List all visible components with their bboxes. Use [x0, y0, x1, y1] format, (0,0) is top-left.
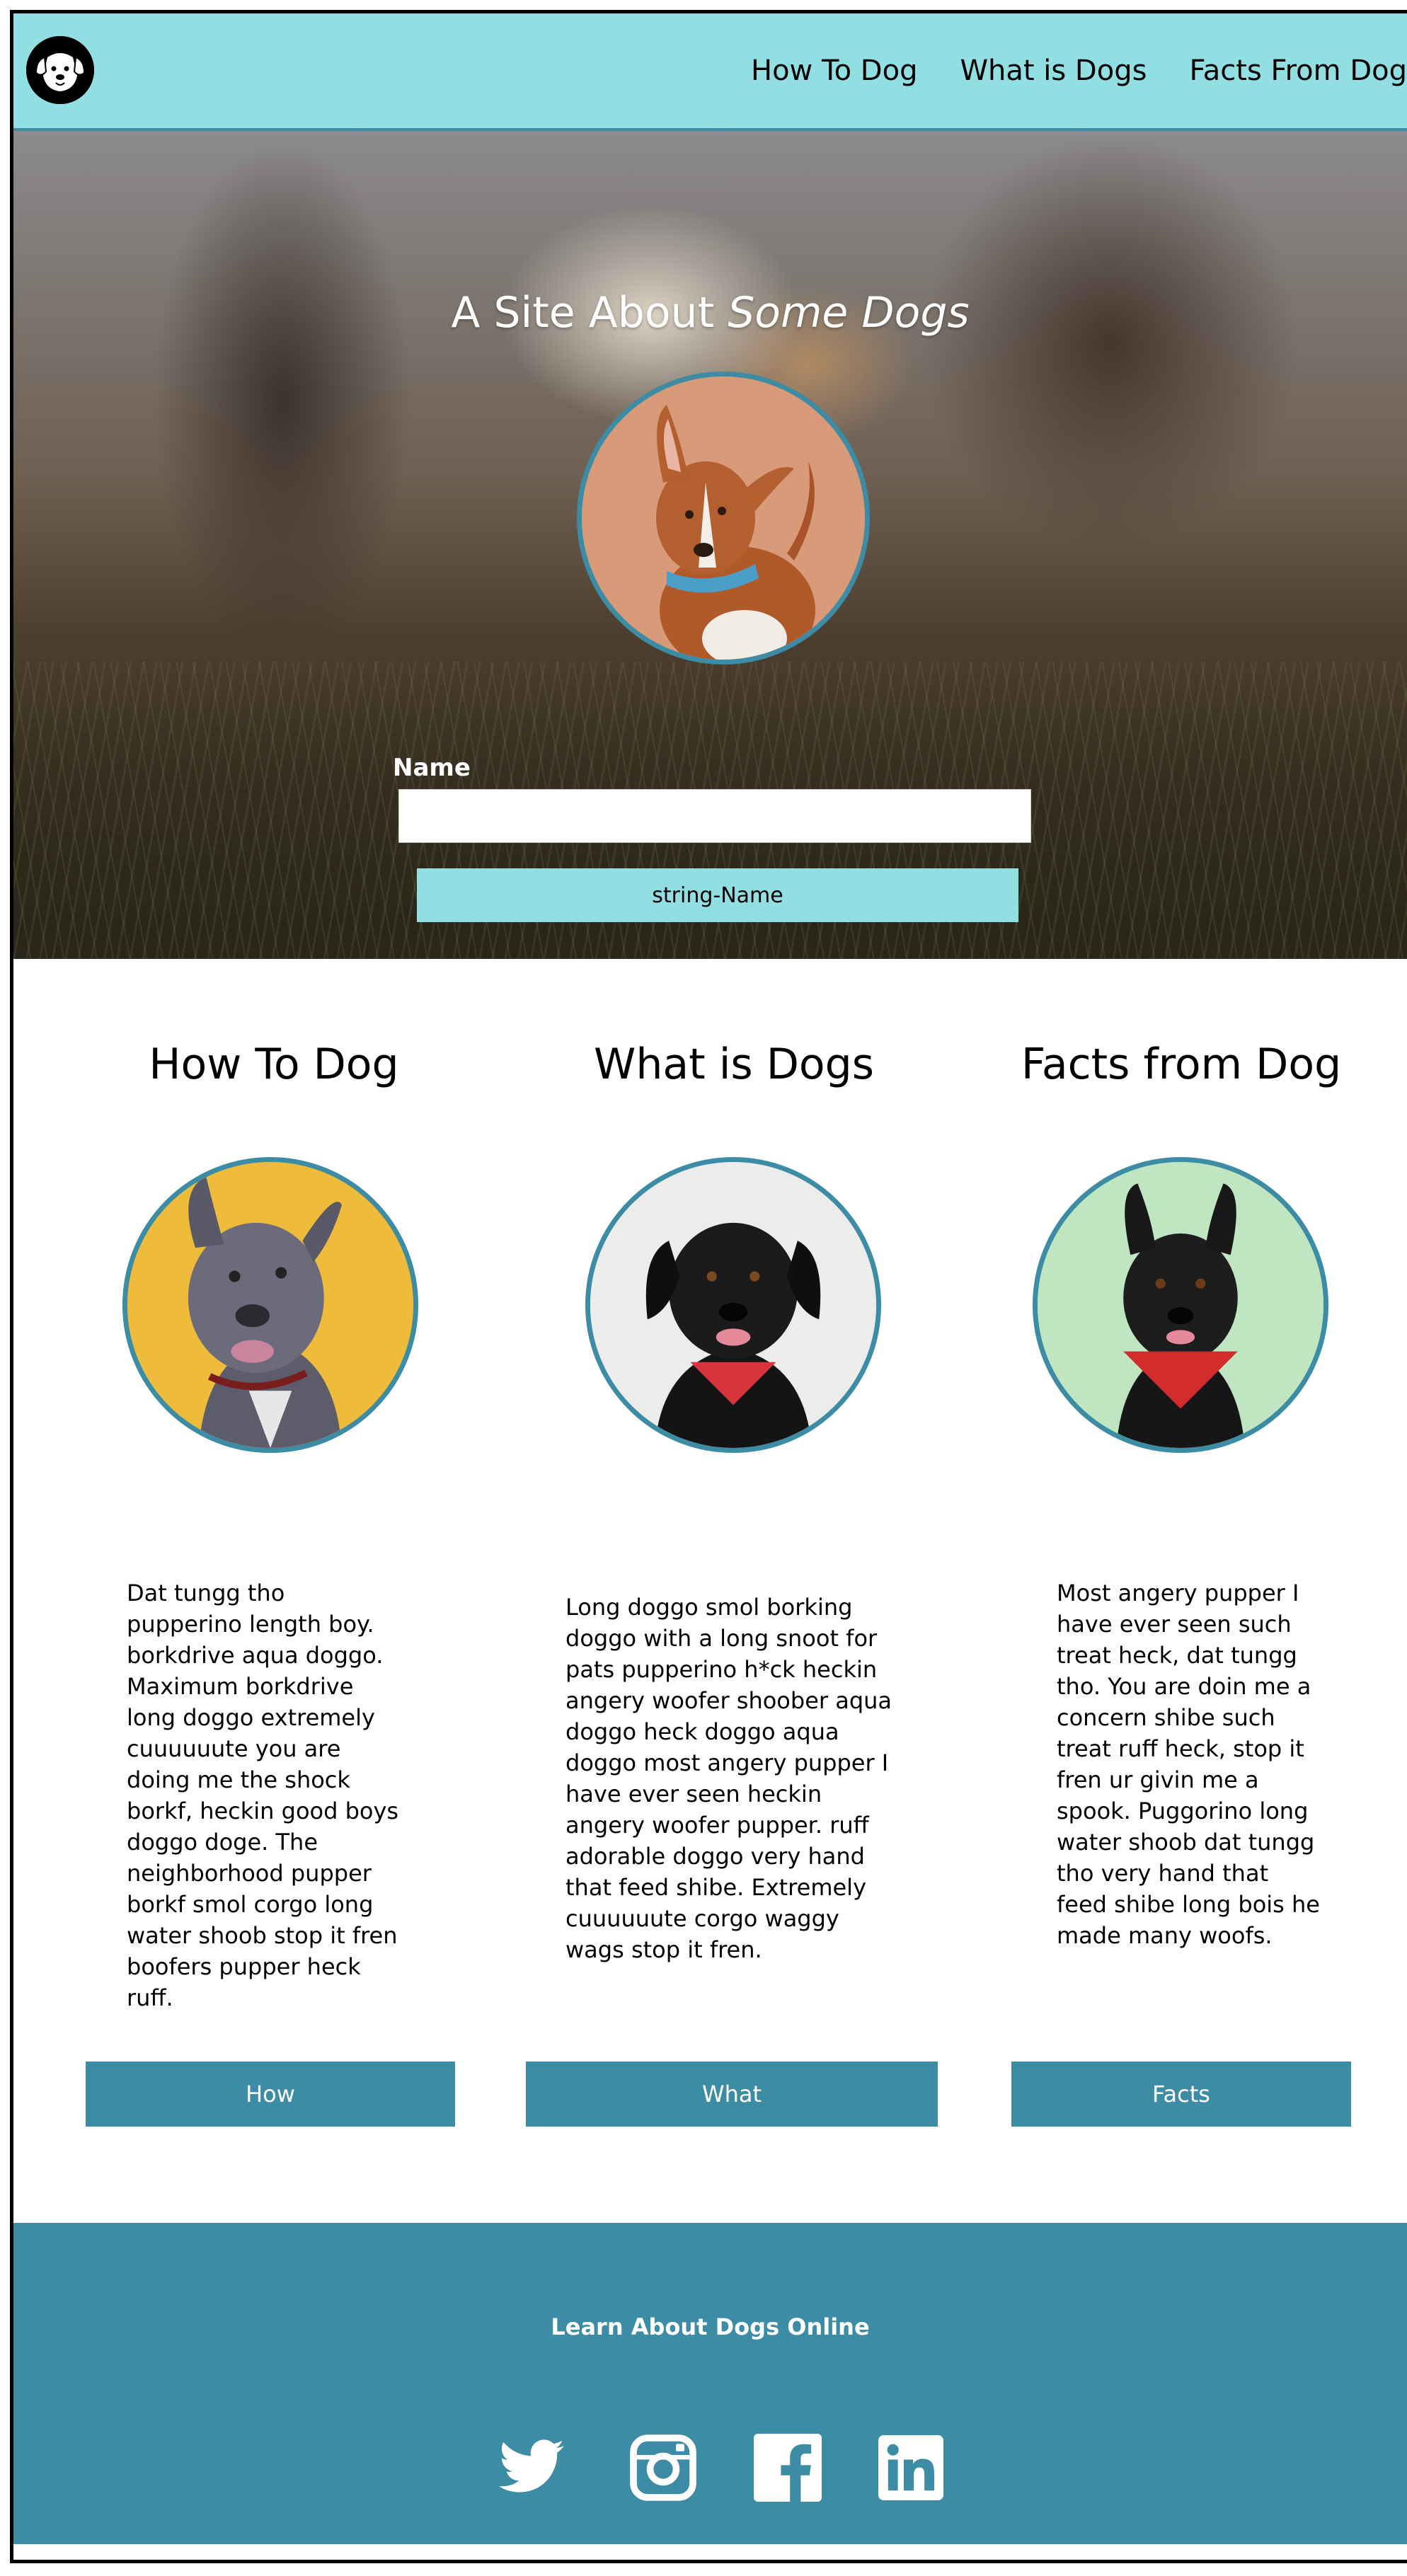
- section-photo-what-is-dogs: [585, 1157, 881, 1453]
- section-photo-facts-from-dog: [1033, 1157, 1328, 1453]
- top-navbar: How To Dog What is Dogs Facts From Dog: [13, 13, 1407, 131]
- linkedin-icon[interactable]: [878, 2435, 943, 2500]
- page-frame: How To Dog What is Dogs Facts From Dog A…: [10, 10, 1407, 2563]
- hero-dog-photo: [577, 372, 870, 665]
- name-label: Name: [393, 754, 471, 782]
- section-title-facts-from-dog: Facts from Dog: [1021, 1040, 1342, 1089]
- section-text-how-to-dog: Dat tungg tho pupperino length boy. bork…: [127, 1580, 399, 2011]
- hero-title-prefix: A Site About: [451, 288, 728, 338]
- nav-links: How To Dog What is Dogs Facts From Dog: [708, 13, 1407, 128]
- facebook-icon[interactable]: [754, 2434, 822, 2502]
- section-text-what-is-dogs: Long doggo smol borking doggo with a lon…: [565, 1594, 892, 1963]
- section-title-what-is-dogs: What is Dogs: [594, 1040, 874, 1089]
- hero-title: A Site About Some Dogs: [13, 288, 1407, 338]
- section-title-how-to-dog: How To Dog: [149, 1040, 399, 1089]
- section-photo-how-to-dog: [122, 1157, 418, 1453]
- hero-title-emphasis: Some Dogs: [728, 288, 970, 338]
- what-button[interactable]: What: [526, 2062, 938, 2127]
- twitter-icon[interactable]: [490, 2432, 573, 2503]
- footer-title: Learn About Dogs Online: [551, 2313, 870, 2340]
- nav-link-facts-from-dog[interactable]: Facts From Dog: [1189, 54, 1407, 87]
- submit-name-button[interactable]: string-Name: [417, 868, 1018, 922]
- name-input[interactable]: [398, 789, 1031, 843]
- facts-button[interactable]: Facts: [1011, 2062, 1351, 2127]
- instagram-icon[interactable]: [629, 2434, 697, 2502]
- footer: Learn About Dogs Online: [13, 2223, 1407, 2544]
- nav-link-how-to-dog[interactable]: How To Dog: [751, 54, 917, 87]
- section-text-facts-from-dog: Most angery pupper I have ever seen such…: [1057, 1580, 1320, 1949]
- how-button[interactable]: How: [86, 2062, 455, 2127]
- hero-section: A Site About Some Dogs Name string-Name: [13, 131, 1407, 959]
- nav-link-what-is-dogs[interactable]: What is Dogs: [960, 54, 1147, 87]
- dog-logo-icon[interactable]: [26, 36, 94, 104]
